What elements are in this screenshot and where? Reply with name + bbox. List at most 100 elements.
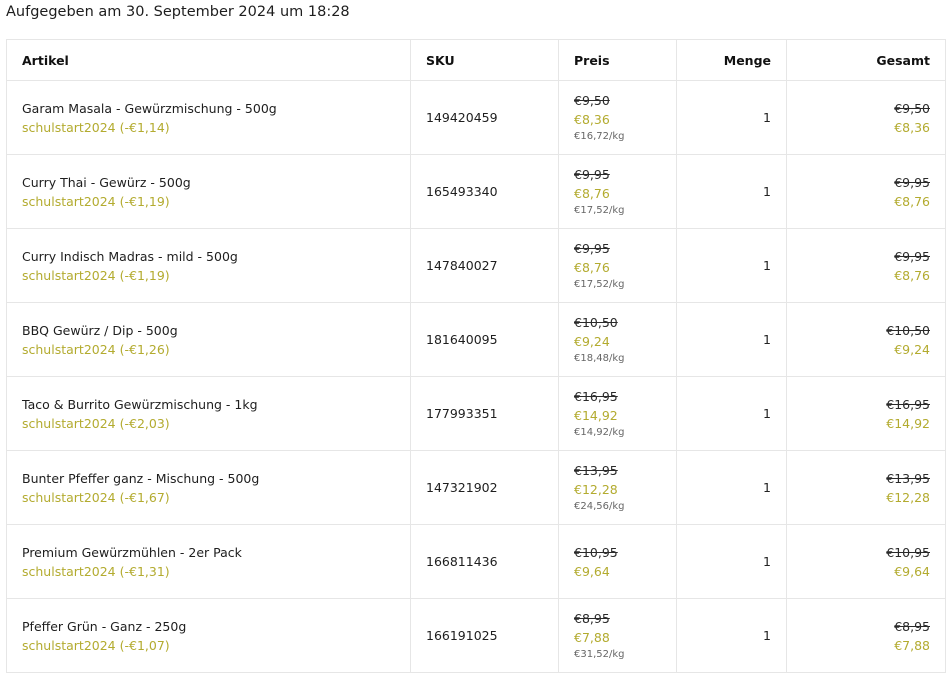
total-cell: €9,95 €8,76 <box>786 154 946 229</box>
total-discounted-price: €9,24 <box>894 341 930 357</box>
header-price: Preis <box>558 39 677 81</box>
total-original-price: €10,50 <box>886 322 930 338</box>
total-discounted-price: €8,36 <box>894 119 930 135</box>
price-cell: €9,95 €8,76 €17,52/kg <box>558 154 677 229</box>
coupon-code: schulstart2024 (-€1,19) <box>22 267 170 283</box>
total-original-price: €9,95 <box>894 174 930 190</box>
table-row: Curry Thai - Gewürz - 500g schulstart202… <box>6 154 946 229</box>
total-cell: €9,95 €8,76 <box>786 228 946 303</box>
price-cell: €16,95 €14,92 €14,92/kg <box>558 376 677 451</box>
discounted-price: €8,76 <box>574 260 610 275</box>
order-placed-date: Aufgegeben am 30. September 2024 um 18:2… <box>6 4 350 20</box>
product-name: Curry Thai - Gewürz - 500g <box>22 174 191 190</box>
discounted-price: €9,64 <box>574 563 610 579</box>
discounted-price: €12,28 <box>574 482 618 497</box>
quantity-cell: 1 <box>676 524 787 599</box>
quantity-cell: 1 <box>676 376 787 451</box>
sku-cell: 166191025 <box>410 598 559 673</box>
original-price: €9,50 <box>574 93 610 108</box>
original-price: €13,95 <box>574 463 618 478</box>
total-cell: €10,95 €9,64 <box>786 524 946 599</box>
unit-price: €31,52/kg <box>574 649 625 660</box>
total-discounted-price: €9,64 <box>894 563 930 579</box>
table-row: BBQ Gewürz / Dip - 500g schulstart2024 (… <box>6 302 946 377</box>
unit-price: €17,52/kg <box>574 279 625 290</box>
sku-cell: 166811436 <box>410 524 559 599</box>
product-name: Pfeffer Grün - Ganz - 250g <box>22 618 187 634</box>
price-cell: €10,50 €9,24 €18,48/kg <box>558 302 677 377</box>
total-discounted-price: €12,28 <box>886 489 930 505</box>
sku-cell: 149420459 <box>410 80 559 155</box>
coupon-code: schulstart2024 (-€2,03) <box>22 415 170 431</box>
sku-cell: 147321902 <box>410 450 559 525</box>
discounted-price: €8,76 <box>574 186 610 201</box>
header-sku: SKU <box>410 39 559 81</box>
article-cell: Premium Gewürzmühlen - 2er Pack schulsta… <box>6 524 411 599</box>
product-name: Premium Gewürzmühlen - 2er Pack <box>22 544 242 560</box>
total-cell: €8,95 €7,88 <box>786 598 946 673</box>
total-discounted-price: €8,76 <box>894 267 930 283</box>
price-cell: €9,50 €8,36 €16,72/kg <box>558 80 677 155</box>
header-quantity: Menge <box>676 39 787 81</box>
quantity-cell: 1 <box>676 154 787 229</box>
discounted-price: €8,36 <box>574 112 610 127</box>
total-discounted-price: €8,76 <box>894 193 930 209</box>
total-original-price: €8,95 <box>894 618 930 634</box>
header-total: Gesamt <box>786 39 946 81</box>
quantity-cell: 1 <box>676 228 787 303</box>
product-name: BBQ Gewürz / Dip - 500g <box>22 322 178 338</box>
quantity-cell: 1 <box>676 302 787 377</box>
unit-price: €14,92/kg <box>574 427 625 438</box>
unit-price: €16,72/kg <box>574 131 625 142</box>
total-original-price: €13,95 <box>886 470 930 486</box>
total-discounted-price: €7,88 <box>894 637 930 653</box>
product-name: Curry Indisch Madras - mild - 500g <box>22 248 238 264</box>
table-row: Bunter Pfeffer ganz - Mischung - 500g sc… <box>6 450 946 525</box>
order-items-table: Artikel SKU Preis Menge Gesamt Garam Mas… <box>6 39 946 673</box>
total-discounted-price: €14,92 <box>886 415 930 431</box>
quantity-cell: 1 <box>676 450 787 525</box>
table-row: Pfeffer Grün - Ganz - 250g schulstart202… <box>6 598 946 673</box>
sku-cell: 177993351 <box>410 376 559 451</box>
total-original-price: €10,95 <box>886 544 930 560</box>
price-cell: €8,95 €7,88 €31,52/kg <box>558 598 677 673</box>
quantity-cell: 1 <box>676 598 787 673</box>
unit-price: €18,48/kg <box>574 353 625 364</box>
article-cell: Taco & Burrito Gewürzmischung - 1kg schu… <box>6 376 411 451</box>
price-cell: €9,95 €8,76 €17,52/kg <box>558 228 677 303</box>
article-cell: BBQ Gewürz / Dip - 500g schulstart2024 (… <box>6 302 411 377</box>
table-header-row: Artikel SKU Preis Menge Gesamt <box>6 39 946 81</box>
coupon-code: schulstart2024 (-€1,14) <box>22 119 170 135</box>
total-cell: €13,95 €12,28 <box>786 450 946 525</box>
original-price: €8,95 <box>574 611 610 626</box>
article-cell: Curry Indisch Madras - mild - 500g schul… <box>6 228 411 303</box>
table-row: Garam Masala - Gewürzmischung - 500g sch… <box>6 80 946 155</box>
coupon-code: schulstart2024 (-€1,07) <box>22 637 170 653</box>
total-cell: €9,50 €8,36 <box>786 80 946 155</box>
product-name: Taco & Burrito Gewürzmischung - 1kg <box>22 396 258 412</box>
unit-price: €17,52/kg <box>574 205 625 216</box>
sku-cell: 181640095 <box>410 302 559 377</box>
original-price: €10,95 <box>574 544 618 560</box>
original-price: €9,95 <box>574 167 610 182</box>
header-article: Artikel <box>6 39 411 81</box>
sku-cell: 165493340 <box>410 154 559 229</box>
sku-cell: 147840027 <box>410 228 559 303</box>
article-cell: Bunter Pfeffer ganz - Mischung - 500g sc… <box>6 450 411 525</box>
total-original-price: €9,95 <box>894 248 930 264</box>
article-cell: Curry Thai - Gewürz - 500g schulstart202… <box>6 154 411 229</box>
product-name: Garam Masala - Gewürzmischung - 500g <box>22 100 277 116</box>
unit-price: €24,56/kg <box>574 501 625 512</box>
coupon-code: schulstart2024 (-€1,67) <box>22 489 170 505</box>
total-cell: €16,95 €14,92 <box>786 376 946 451</box>
coupon-code: schulstart2024 (-€1,26) <box>22 341 170 357</box>
discounted-price: €7,88 <box>574 630 610 645</box>
total-cell: €10,50 €9,24 <box>786 302 946 377</box>
product-name: Bunter Pfeffer ganz - Mischung - 500g <box>22 470 260 486</box>
coupon-code: schulstart2024 (-€1,31) <box>22 563 170 579</box>
coupon-code: schulstart2024 (-€1,19) <box>22 193 170 209</box>
total-original-price: €16,95 <box>886 396 930 412</box>
discounted-price: €9,24 <box>574 334 610 349</box>
quantity-cell: 1 <box>676 80 787 155</box>
total-original-price: €9,50 <box>894 100 930 116</box>
